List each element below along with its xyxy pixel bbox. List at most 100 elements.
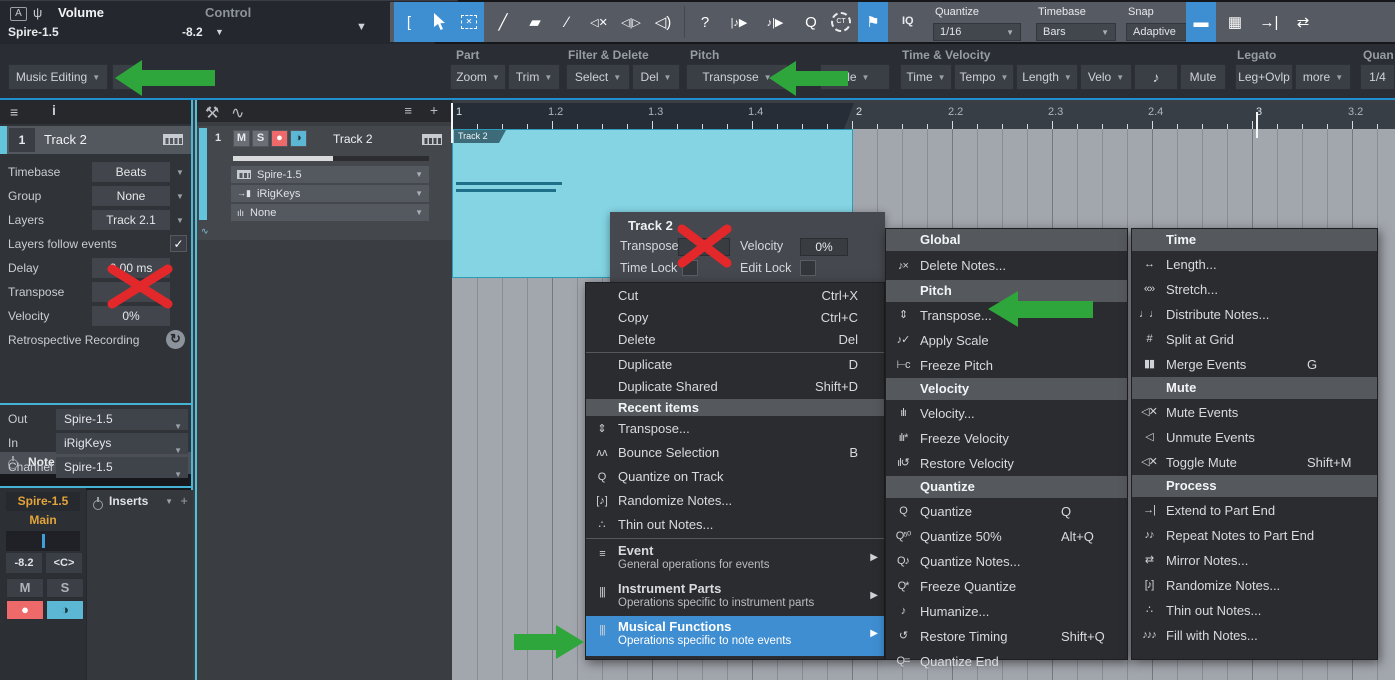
submenu-item-restore-velocity[interactable]: ıl↺ Restore Velocity xyxy=(886,451,1127,476)
chevron-down-icon[interactable]: ▼ xyxy=(176,192,184,201)
paint-tool[interactable]: ╱ xyxy=(488,2,518,42)
menu-item-bounce-selection[interactable]: ʌʌ Bounce Selection B xyxy=(586,441,884,465)
snap-relative-icon[interactable]: ⇄ xyxy=(1288,2,1318,42)
midi-note[interactable] xyxy=(456,182,562,185)
zoom-button[interactable]: Zoom ▼ xyxy=(450,64,506,90)
submenu-item-mute-events[interactable]: ◁✕ Mute Events xyxy=(1132,400,1377,425)
submenu-item-freeze-velocity[interactable]: ılı* Freeze Velocity xyxy=(886,426,1127,451)
snap-to-grid-icon[interactable]: ▦ xyxy=(1220,2,1250,42)
midi-note[interactable] xyxy=(456,189,556,192)
output-select[interactable]: ılı None ▼ xyxy=(231,204,429,221)
listen-tool[interactable]: ◁) xyxy=(648,2,678,42)
eraser-tool[interactable]: ▰ xyxy=(520,2,550,42)
quantize-value-button[interactable]: 1/4 xyxy=(1360,64,1395,90)
humanize-toolbar-button[interactable]: ♪ xyxy=(1134,64,1178,90)
music-editing-select[interactable]: Music Editing ▼ xyxy=(8,64,108,90)
submenu-item-mirror-notes[interactable]: ⇄ Mirror Notes... xyxy=(1132,548,1377,573)
quantize-select[interactable]: 1/16 ▼ xyxy=(933,23,1021,41)
mute-toolbar-button[interactable]: Mute xyxy=(1180,64,1226,90)
leg-ovlp-button[interactable]: Leg+Ovlp xyxy=(1235,64,1293,90)
timeline-ruler[interactable]: 1 1.2 1.3 1.4 2 2.2 2.3 2.4 3 3.2 xyxy=(452,103,1395,129)
time-button[interactable]: Time ▼ xyxy=(900,64,952,90)
menu-item-duplicate[interactable]: Duplicate D xyxy=(586,354,884,376)
menu-item-delete[interactable]: Delete Del xyxy=(586,329,884,351)
help-tool[interactable]: ? xyxy=(690,2,720,42)
timebase-select[interactable]: Bars ▼ xyxy=(1036,23,1116,41)
trim-button[interactable]: Trim ▼ xyxy=(508,64,560,90)
more-button[interactable]: more ▼ xyxy=(1295,64,1351,90)
menu-item-event[interactable]: ≡ Event General operations for events ▶ xyxy=(586,540,884,578)
power-icon[interactable] xyxy=(93,497,103,510)
macro-q-icon[interactable]: Q xyxy=(796,2,826,42)
layers-value[interactable]: Track 2.1 xyxy=(92,210,170,230)
submenu-item-merge-events[interactable]: ▮▮ Merge Events G xyxy=(1132,352,1377,377)
arrow-tool[interactable] xyxy=(424,2,454,42)
submenu-item-quantize-end[interactable]: Q= Quantize End xyxy=(886,649,1127,674)
split-tool[interactable]: ◁|▷ xyxy=(616,2,646,42)
snap-toggle-icon[interactable]: ▬ xyxy=(1186,2,1216,42)
select-button[interactable]: Select ▼ xyxy=(566,64,630,90)
submenu-item-length[interactable]: ↔ Length... xyxy=(1132,252,1377,277)
track-monitor-button[interactable]: ◑ xyxy=(290,130,307,147)
length-button[interactable]: Length ▼ xyxy=(1016,64,1078,90)
del-button[interactable]: Del ▼ xyxy=(632,64,680,90)
marquee-tool[interactable]: ✕ xyxy=(454,2,484,42)
submenu-item-distribute-notes[interactable]: ♩♩ Distribute Notes... xyxy=(1132,302,1377,327)
layers-follow-checkbox[interactable]: ✓ xyxy=(170,235,187,252)
automation-icon[interactable]: ∿ xyxy=(201,226,209,237)
menu-item-copy[interactable]: Copy Ctrl+C xyxy=(586,307,884,329)
play-quantized-icon[interactable]: |♪▶ xyxy=(724,2,754,42)
line-tool[interactable]: ∕ xyxy=(552,2,582,42)
submenu-item-extend-to-part-end[interactable]: →| Extend to Part End xyxy=(1132,498,1377,523)
submenu-item-apply-scale[interactable]: ♪✓ Apply Scale xyxy=(886,328,1127,353)
list-icon[interactable]: ≡ xyxy=(404,103,412,118)
event-transpose-field[interactable] xyxy=(678,238,730,256)
strip-mute-button[interactable]: M xyxy=(6,578,44,598)
group-value[interactable]: None xyxy=(92,186,170,206)
add-track-icon[interactable]: + xyxy=(430,102,438,118)
strip-channel-name[interactable]: Spire-1.5 xyxy=(6,492,80,511)
gain-dropdown-icon[interactable]: ▼ xyxy=(215,27,224,37)
transpose-value[interactable] xyxy=(92,282,170,302)
menu-item-instrument-parts[interactable]: ||| Instrument Parts Operations specific… xyxy=(586,578,884,616)
strip-gain-value[interactable]: -8.2 xyxy=(6,553,42,573)
submenu-item-fill-with-notes[interactable]: ♪♪♪ Fill with Notes... xyxy=(1132,623,1377,648)
submenu-item-delete-notes[interactable]: ♪× Delete Notes... xyxy=(886,252,1127,280)
timebase-value[interactable]: Beats xyxy=(92,162,170,182)
strip-bus-name[interactable]: Main xyxy=(6,513,80,529)
strip-solo-button[interactable]: S xyxy=(46,578,84,598)
in-select[interactable]: iRigKeys ▼ xyxy=(56,433,188,455)
track-solo-button[interactable]: S xyxy=(252,130,269,147)
range-tool[interactable]: [ xyxy=(394,2,424,42)
input-select[interactable]: →▮ iRigKeys ▼ xyxy=(231,185,429,202)
snap-to-end-icon[interactable]: →| xyxy=(1254,2,1284,42)
menu-item-duplicate-shared[interactable]: Duplicate Shared Shift+D xyxy=(586,376,884,398)
play-offset-icon[interactable]: ♪|▶ xyxy=(760,2,790,42)
chevron-down-icon[interactable]: ▼ xyxy=(176,216,184,225)
menu-item-musical-functions[interactable]: ||| Musical Functions Operations specifi… xyxy=(586,616,884,656)
velo-button[interactable]: Velo ▼ xyxy=(1080,64,1132,90)
double-button[interactable]: ble ▼ xyxy=(820,64,890,90)
submenu-item-freeze-quantize[interactable]: Q* Freeze Quantize xyxy=(886,574,1127,599)
submenu-item-split-at-grid[interactable]: # Split at Grid xyxy=(1132,327,1377,352)
submenu-item-freeze-pitch[interactable]: ⊢c Freeze Pitch xyxy=(886,353,1127,378)
submenu-item-velocity[interactable]: ılı Velocity... xyxy=(886,401,1127,426)
macro-settings-button[interactable]: ⚙ xyxy=(112,64,142,90)
delay-value[interactable]: 0.00 ms xyxy=(92,258,170,278)
retrospective-icon[interactable]: ↻ xyxy=(166,330,185,349)
submenu-item-humanize[interactable]: ♪ Humanize... xyxy=(886,599,1127,624)
wrench-icon[interactable]: ⚒ xyxy=(205,103,219,123)
pan-control[interactable] xyxy=(6,531,80,551)
submenu-item-randomize-notes[interactable]: [♪] Randomize Notes... xyxy=(1132,573,1377,598)
tempo-button[interactable]: Tempo ▼ xyxy=(954,64,1014,90)
playhead[interactable] xyxy=(451,103,453,143)
instrument-select[interactable]: Spire-1.5 ▼ xyxy=(231,166,429,183)
lane-gain[interactable]: -8.2 xyxy=(182,25,203,39)
velocity-value[interactable]: 0% xyxy=(92,306,170,326)
track-name[interactable]: Track 2 xyxy=(333,132,373,146)
edit-lock-checkbox[interactable] xyxy=(800,260,816,276)
chevron-down-icon[interactable]: ▼ xyxy=(176,168,184,177)
add-insert-icon[interactable]: + xyxy=(180,493,188,508)
menu-icon[interactable]: ≡ xyxy=(10,104,18,120)
chord-track-icon[interactable]: CT xyxy=(826,2,856,42)
